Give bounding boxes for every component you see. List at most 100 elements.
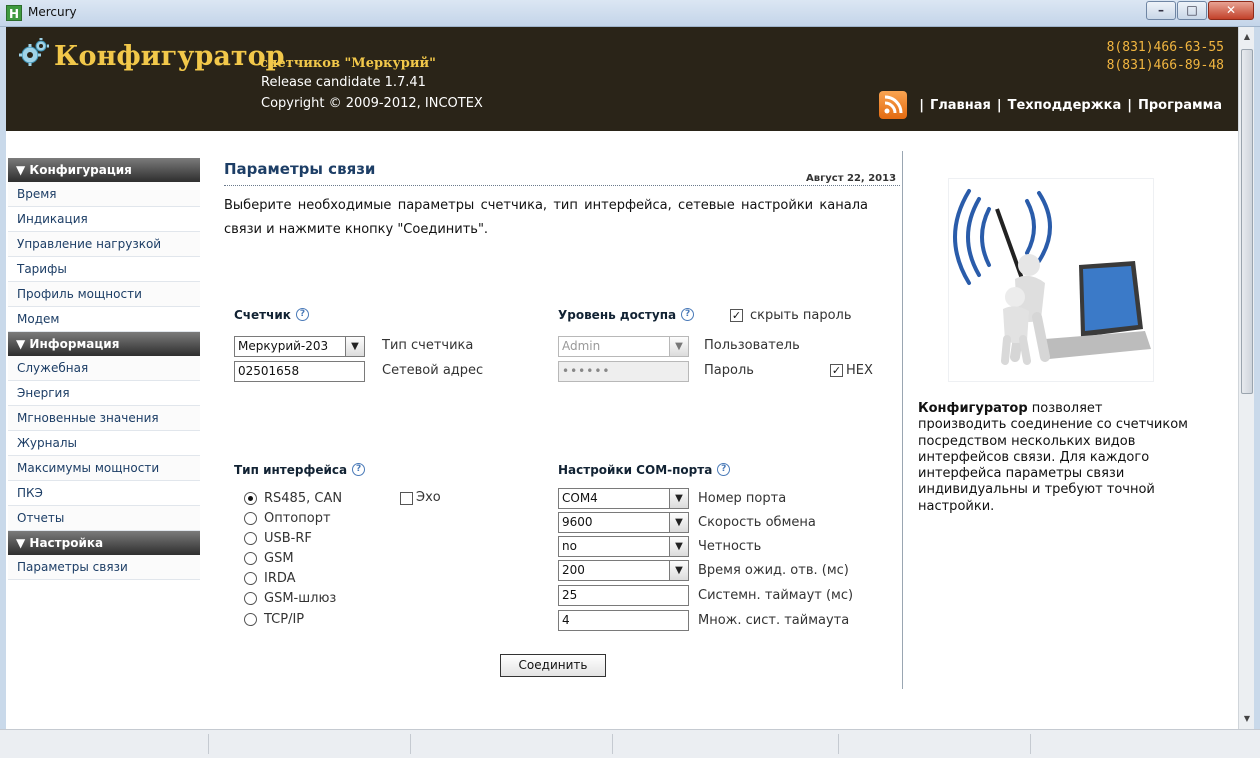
sidebar-item-tariffs[interactable]: Тарифы — [8, 257, 200, 282]
radio-tcp-ip[interactable] — [244, 613, 257, 626]
window-titlebar: H Mercury – □ ✕ — [0, 0, 1260, 27]
port-label: Номер порта — [698, 491, 787, 506]
nav-separator: | — [1127, 97, 1132, 113]
wait-value: 200 — [562, 563, 585, 577]
hide-password-label: скрыть пароль — [750, 308, 852, 323]
password-input[interactable]: •••••• — [558, 361, 689, 382]
user-select[interactable]: Admin ▼ — [558, 336, 689, 357]
scroll-down-icon[interactable]: ▼ — [1241, 713, 1253, 725]
vertical-scrollbar[interactable]: ▲ ▼ — [1238, 27, 1254, 729]
interface-title-text: Тип интерфейса — [234, 463, 348, 477]
sidebar-section-settings[interactable]: ▼ Настройка — [8, 531, 200, 555]
gear-logo-icon — [19, 38, 49, 66]
radio-optoport[interactable] — [244, 512, 257, 525]
nav-home-link[interactable]: Главная — [930, 98, 991, 113]
intro-text: Выберите необходимые параметры счетчика,… — [224, 198, 868, 237]
sidebar: ▼ Конфигурация Время Индикация Управлени… — [8, 158, 200, 580]
sidebar-item-connection-params[interactable]: Параметры связи — [8, 555, 200, 580]
connect-button[interactable]: Соединить — [500, 654, 606, 677]
maximize-icon[interactable]: □ — [1177, 1, 1207, 20]
window-title: Mercury — [28, 5, 77, 19]
radio-irda[interactable] — [244, 572, 257, 585]
sidebar-item-power-max[interactable]: Максимумы мощности — [8, 456, 200, 481]
info-bold-term: Конфигуратор — [918, 401, 1028, 416]
chevron-down-icon[interactable]: ▼ — [669, 513, 688, 532]
sidebar-item-indication[interactable]: Индикация — [8, 207, 200, 232]
meter-title-text: Счетчик — [234, 308, 291, 322]
sidebar-item-service[interactable]: Служебная — [8, 356, 200, 381]
close-icon[interactable]: ✕ — [1208, 1, 1254, 20]
sidebar-section-information[interactable]: ▼ Информация — [8, 332, 200, 356]
sidebar-item-reports[interactable]: Отчеты — [8, 506, 200, 531]
status-cell — [838, 734, 839, 754]
sidebar-item-instant-values[interactable]: Мгновенные значения — [8, 406, 200, 431]
chevron-down-icon[interactable]: ▼ — [669, 337, 688, 356]
port-select[interactable]: COM4 ▼ — [558, 488, 689, 509]
release-version: Release candidate 1.7.41 — [261, 75, 426, 90]
top-navigation: | Главная | Техподдержка | Программа — [879, 91, 1222, 119]
parity-value: no — [562, 539, 577, 553]
chevron-down-icon[interactable]: ▼ — [669, 561, 688, 580]
sidebar-item-logs[interactable]: Журналы — [8, 431, 200, 456]
scroll-up-icon[interactable]: ▲ — [1241, 31, 1253, 43]
page-title: Параметры связи — [224, 160, 376, 178]
radio-tcp-ip-label: TCP/IP — [264, 612, 305, 627]
sys-timeout-input[interactable]: 25 — [558, 585, 689, 606]
app-icon: H — [6, 5, 22, 21]
speed-select[interactable]: 9600 ▼ — [558, 512, 689, 533]
sidebar-item-pke[interactable]: ПКЭ — [8, 481, 200, 506]
nav-support-link[interactable]: Техподдержка — [1008, 98, 1122, 113]
parity-select[interactable]: no ▼ — [558, 536, 689, 557]
speed-label: Скорость обмена — [698, 515, 816, 530]
sidebar-item-time[interactable]: Время — [8, 182, 200, 207]
com-title-text: Настройки COM-порта — [558, 463, 713, 477]
radio-gsm-gateway-label: GSM-шлюз — [264, 591, 337, 606]
meter-group-title: Счетчик? — [234, 308, 309, 322]
access-group-title: Уровень доступа? — [558, 308, 695, 322]
minimize-icon[interactable]: – — [1146, 1, 1176, 20]
com-group-title: Настройки COM-порта? — [558, 463, 731, 477]
radio-gsm-gateway[interactable] — [244, 592, 257, 605]
help-icon[interactable]: ? — [681, 308, 695, 321]
column-divider — [902, 151, 903, 689]
network-address-input[interactable]: 02501658 — [234, 361, 365, 382]
chevron-down-icon[interactable]: ▼ — [669, 537, 688, 556]
radio-gsm[interactable] — [244, 552, 257, 565]
password-label: Пароль — [704, 363, 754, 378]
hide-password-checkbox[interactable]: ✓ — [730, 309, 743, 322]
phone-numbers: 8(831)466-63-55 8(831)466-89-48 — [1107, 39, 1224, 75]
sidebar-item-load-control[interactable]: Управление нагрузкой — [8, 232, 200, 257]
copyright: Copyright © 2009-2012, INCOTEX — [261, 96, 483, 111]
radio-usb-rf-label: USB-RF — [264, 531, 312, 546]
radio-usb-rf[interactable] — [244, 532, 257, 545]
chevron-down-icon[interactable]: ▼ — [669, 489, 688, 508]
help-icon[interactable]: ? — [352, 463, 366, 476]
sidebar-item-power-profile[interactable]: Профиль мощности — [8, 282, 200, 307]
scrollbar-thumb[interactable] — [1241, 49, 1253, 394]
nav-separator: | — [919, 97, 924, 113]
meter-type-select[interactable]: Меркурий-203 ▼ — [234, 336, 365, 357]
sidebar-item-modem[interactable]: Модем — [8, 307, 200, 332]
rss-icon[interactable] — [879, 91, 908, 119]
radio-rs485[interactable] — [244, 492, 257, 505]
hex-checkbox[interactable]: ✓ — [830, 364, 843, 377]
radio-rs485-label: RS485, CAN — [264, 491, 343, 506]
help-icon[interactable]: ? — [717, 463, 731, 476]
status-cell — [612, 734, 613, 754]
content-area: ▼ Конфигурация Время Индикация Управлени… — [6, 131, 1238, 729]
meter-type-value: Меркурий-203 — [238, 339, 329, 353]
sidebar-section-configuration[interactable]: ▼ Конфигурация — [8, 158, 200, 182]
access-title-text: Уровень доступа — [558, 308, 677, 322]
wait-select[interactable]: 200 ▼ — [558, 560, 689, 581]
timeout-multiplier-input[interactable]: 4 — [558, 610, 689, 631]
radio-gsm-label: GSM — [264, 551, 294, 566]
brand-title: Конфигуратор — [54, 41, 285, 72]
echo-checkbox[interactable] — [400, 492, 413, 505]
sidebar-item-energy[interactable]: Энергия — [8, 381, 200, 406]
phone-1: 8(831)466-63-55 — [1106, 40, 1224, 55]
help-icon[interactable]: ? — [295, 308, 309, 321]
phone-2: 8(831)466-89-48 — [1106, 58, 1224, 73]
timeout-multiplier-label: Множ. сист. таймаута — [698, 613, 850, 628]
nav-program-link[interactable]: Программа — [1138, 98, 1222, 113]
chevron-down-icon[interactable]: ▼ — [345, 337, 364, 356]
